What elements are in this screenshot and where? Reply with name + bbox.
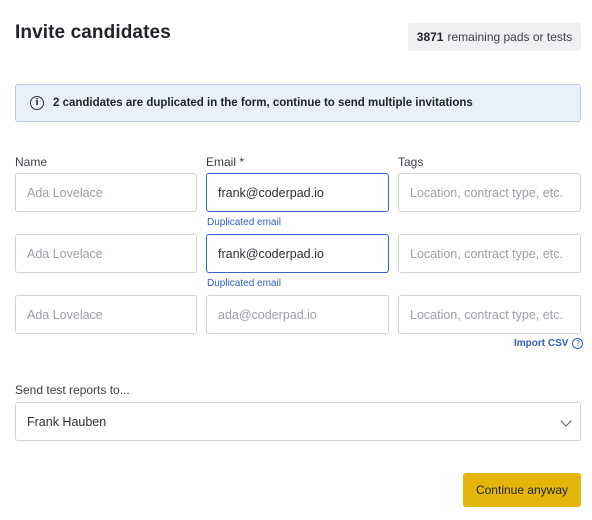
tags-input[interactable]: Location, contract type, etc. [398,234,581,273]
email-input[interactable]: frank@coderpad.io [206,173,389,212]
name-input[interactable]: Ada Lovelace [15,234,197,273]
page-title: Invite candidates [15,22,171,43]
email-column-label: Email * [206,155,245,169]
name-input[interactable]: Ada Lovelace [15,173,197,212]
import-csv-link[interactable]: Import CSV ? [514,338,584,349]
chevron-down-icon [560,415,572,427]
duplicate-email-error: Duplicated email [207,217,281,228]
duplicate-email-error: Duplicated email [207,278,281,289]
tags-input[interactable]: Location, contract type, etc. [398,295,581,334]
remaining-badge: 3871 remaining pads or tests [408,23,581,51]
help-icon[interactable]: ? [572,338,584,349]
selected-recipient: Frank Hauben [27,414,107,429]
info-icon: i [30,96,44,110]
duplicate-warning-banner: i 2 candidates are duplicated in the for… [15,84,581,122]
banner-message: 2 candidates are duplicated in the form,… [53,97,473,109]
name-input[interactable]: Ada Lovelace [15,295,197,334]
tags-column-label: Tags [398,155,424,169]
continue-anyway-button[interactable]: Continue anyway [463,473,581,507]
remaining-text: remaining pads or tests [447,30,573,44]
name-column-label: Name [15,155,48,169]
send-reports-select[interactable]: Frank Hauben [15,402,581,441]
tags-input[interactable]: Location, contract type, etc. [398,173,581,212]
import-csv-label: Import CSV [514,338,569,349]
email-input[interactable]: frank@coderpad.io [206,234,389,273]
email-input[interactable]: ada@coderpad.io [206,295,389,334]
remaining-count: 3871 [416,30,444,44]
send-reports-label: Send test reports to... [15,383,130,397]
